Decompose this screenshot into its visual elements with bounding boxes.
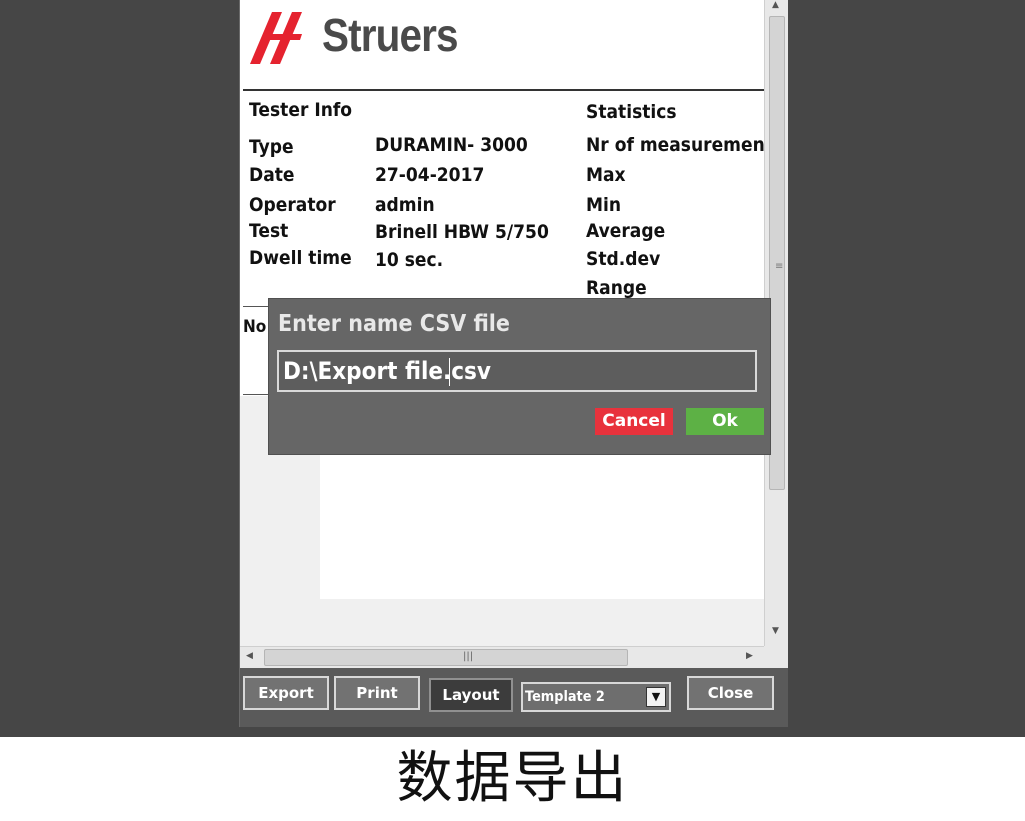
struers-logo-icon [250,12,302,64]
tester-info-label-dwell-time: Dwell time [249,247,352,269]
csv-filename-dialog: Enter name CSV file D:\Export file.csv C… [268,298,771,455]
tester-info-value-date: 27-04-2017 [375,164,485,186]
statistics-label-range: Range [586,277,647,299]
cancel-button[interactable]: Cancel [595,408,673,435]
tester-info-value-type: DURAMIN- 3000 [375,134,528,156]
tester-info-value-operator: admin [375,194,435,216]
scroll-left-icon[interactable]: ◀ [246,651,253,661]
statistics-label-count: Nr of measuremen [586,134,764,156]
template-select-value: Template 2 [525,689,605,705]
layout-button[interactable]: Layout [429,678,513,712]
chevron-down-icon[interactable]: ▼ [646,687,666,707]
grip-icon: ≡ [775,261,784,272]
tester-info-value-dwell-time: 10 sec. [375,249,444,271]
tester-info-label-date: Date [249,164,295,186]
header-divider [243,89,764,91]
tester-info-label-operator: Operator [249,194,336,216]
scrollbar-corner [764,646,788,668]
horizontal-scroll-thumb[interactable]: ||| [264,649,628,666]
text-caret [449,358,450,386]
grip-icon: ||| [463,651,474,662]
csv-filename-input[interactable]: D:\Export file.csv [277,350,757,392]
horizontal-scrollbar[interactable]: ◀ ||| ▶ [240,646,764,668]
export-button[interactable]: Export [243,676,329,710]
notes-label: No [243,317,267,337]
csv-filename-value: D:\Export file.csv [283,357,491,385]
statistics-label-min: Min [586,194,622,216]
statistics-label-max: Max [586,164,626,186]
logo-text: Struers [322,9,458,61]
statistics-label-stddev: Std.dev [586,248,661,270]
tester-info-label-type: Type [249,136,294,158]
tester-info-value-test: Brinell HBW 5/750 [375,221,549,243]
tester-info-label-test: Test [249,220,289,242]
scroll-up-icon[interactable]: ▲ [772,0,779,10]
tester-info-heading: Tester Info [249,99,353,121]
vertical-scroll-thumb[interactable]: ≡ [769,16,785,490]
scroll-right-icon[interactable]: ▶ [746,651,753,661]
dialog-title: Enter name CSV file [278,311,510,337]
struers-logo: Struers [250,4,480,66]
caption-text: 数据导出 [0,737,1025,821]
scroll-down-icon[interactable]: ▼ [772,626,779,636]
ok-button[interactable]: Ok [686,408,764,435]
statistics-label-average: Average [586,220,666,242]
close-button[interactable]: Close [687,676,774,710]
statistics-heading: Statistics [586,101,677,123]
print-button[interactable]: Print [334,676,420,710]
template-select[interactable]: Template 2 ▼ [521,682,671,712]
